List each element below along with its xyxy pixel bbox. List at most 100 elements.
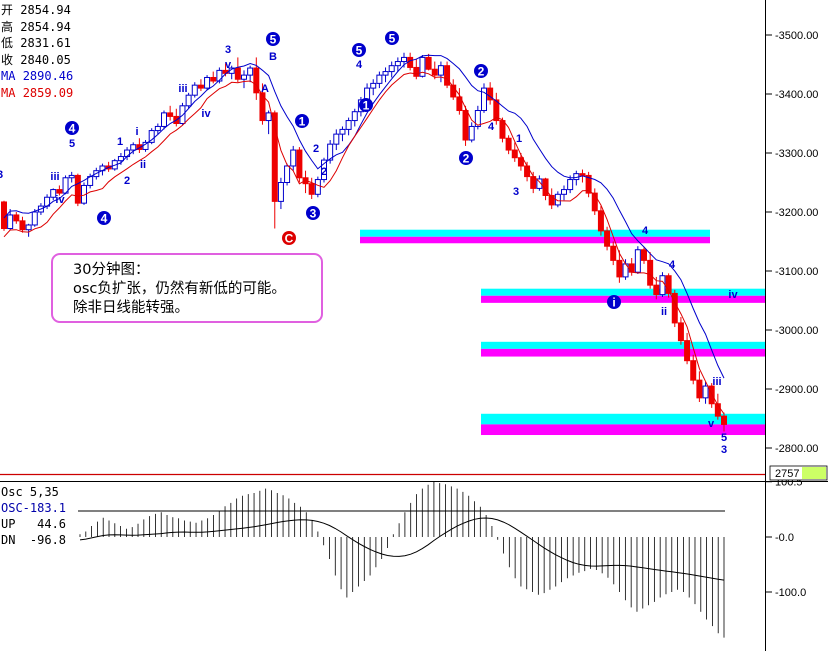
candle-body: [154, 125, 161, 132]
candle-body: [628, 263, 635, 273]
ma1-value: 2890.46: [22, 69, 74, 83]
wave-label: 2: [321, 166, 327, 178]
candle-body: [591, 192, 598, 212]
current-price-tag: 2757: [769, 465, 828, 481]
candle-body: [721, 415, 727, 425]
wave-label: 4: [488, 121, 495, 133]
wave-circle-label: 4: [101, 212, 108, 226]
candle-body: [74, 174, 81, 204]
candle-body: [437, 65, 444, 76]
price-tick-label: -3300.00: [775, 148, 818, 160]
candle-body: [345, 120, 352, 130]
wave-label: 1: [117, 136, 123, 148]
wave-label: 3: [513, 186, 519, 198]
osc-title: Osc 5,35: [1, 485, 59, 499]
candle-body: [339, 128, 346, 135]
osc-info: Osc 5,35 OSC-183.1 UP 44.6 DN -96.8: [1, 484, 66, 548]
wave-label: i: [135, 126, 138, 138]
candle-body: [401, 56, 407, 63]
candle-body: [191, 84, 198, 96]
candle-body: [690, 360, 697, 381]
candle-body: [530, 176, 537, 189]
wave-label: v: [708, 418, 715, 430]
candle-body: [567, 179, 574, 191]
wave-circle-label: 1: [363, 99, 370, 113]
candle-body: [677, 322, 684, 342]
wave-circle-label: C: [285, 232, 294, 246]
wave-label: 3: [225, 44, 231, 56]
ma2-value: 2859.09: [22, 85, 74, 100]
candle-body: [684, 340, 691, 362]
candle-body: [161, 112, 167, 127]
candle-body: [505, 137, 512, 151]
wave-label: 4: [356, 59, 363, 71]
candle-body: [204, 76, 211, 89]
wave-circle-label: 5: [356, 44, 363, 58]
wave-label: 1: [516, 133, 522, 145]
candle-body: [308, 183, 315, 195]
wave-circle-label: 2: [463, 152, 470, 166]
low-row: 低 2831.61: [1, 35, 73, 52]
price-tick-label: -3400.00: [775, 89, 818, 101]
note-line-1: 30分钟图：: [73, 262, 150, 278]
candle-body: [524, 165, 531, 178]
candle-body: [610, 245, 617, 261]
candle-body: [253, 67, 260, 94]
candle-body: [265, 112, 272, 122]
candle-body: [511, 149, 518, 159]
wave-circle-label: 3: [310, 207, 317, 221]
candle-body: [314, 179, 321, 195]
candle-body: [561, 189, 567, 195]
candle-body: [659, 275, 666, 296]
candle-body: [234, 67, 241, 80]
wave-label: ii: [140, 159, 146, 171]
wave-label: 3: [721, 444, 727, 456]
ma2-label: MA: [1, 85, 16, 100]
candle-body: [425, 56, 432, 70]
close-label: 收: [1, 52, 14, 67]
candle-body: [388, 65, 395, 73]
band-magenta: [360, 236, 710, 244]
wave-label: 5: [69, 138, 75, 150]
candle-body: [382, 71, 389, 76]
close-row: 收 2840.05: [1, 52, 73, 69]
candle-body: [616, 259, 623, 278]
candle-body: [413, 66, 420, 77]
candle-body: [604, 230, 611, 247]
wave-label: v: [225, 59, 232, 71]
candle-body: [370, 82, 377, 89]
band-cyan: [481, 288, 765, 296]
wave-label: B: [269, 51, 277, 63]
band-cyan: [481, 341, 765, 349]
candle-body: [462, 110, 469, 141]
price-tick-label: -3500.00: [775, 30, 818, 42]
candle-body: [376, 74, 383, 84]
wave-circle-label: 1: [299, 115, 306, 129]
note-line-3: 除非日线能转强。: [73, 300, 189, 316]
candle-body: [216, 69, 223, 82]
price-tick-label: -2800.00: [775, 443, 818, 455]
note-line-2: osc负扩张，仍然有新低的可能。: [73, 281, 286, 297]
low-label: 低: [1, 36, 14, 50]
close-value: 2840.05: [20, 52, 71, 67]
candle-body: [25, 224, 32, 231]
wave-circle-label: 5: [389, 32, 396, 46]
wave-label: 5: [721, 432, 727, 444]
open-row: 开 2854.94: [1, 2, 73, 19]
candle-body: [419, 56, 426, 77]
candle-body: [19, 220, 26, 231]
candle-body: [7, 214, 14, 230]
ohlc-info: 开 2854.94 高 2854.94 低 2831.61 收 2840.05 …: [1, 2, 74, 101]
candle-body: [351, 111, 358, 122]
wave-label: 2: [313, 143, 319, 155]
candle-body: [56, 189, 63, 194]
candle-body: [653, 284, 660, 296]
wave-label: iii: [712, 376, 721, 388]
wave-label: A: [261, 83, 269, 95]
high-label: 高: [1, 19, 14, 34]
candle-body: [671, 292, 678, 324]
candle-body: [468, 125, 475, 141]
osc-value: OSC-183.1: [1, 501, 67, 515]
wave-label: 2: [124, 175, 130, 187]
osc-tick-label: -0.0: [775, 532, 794, 544]
